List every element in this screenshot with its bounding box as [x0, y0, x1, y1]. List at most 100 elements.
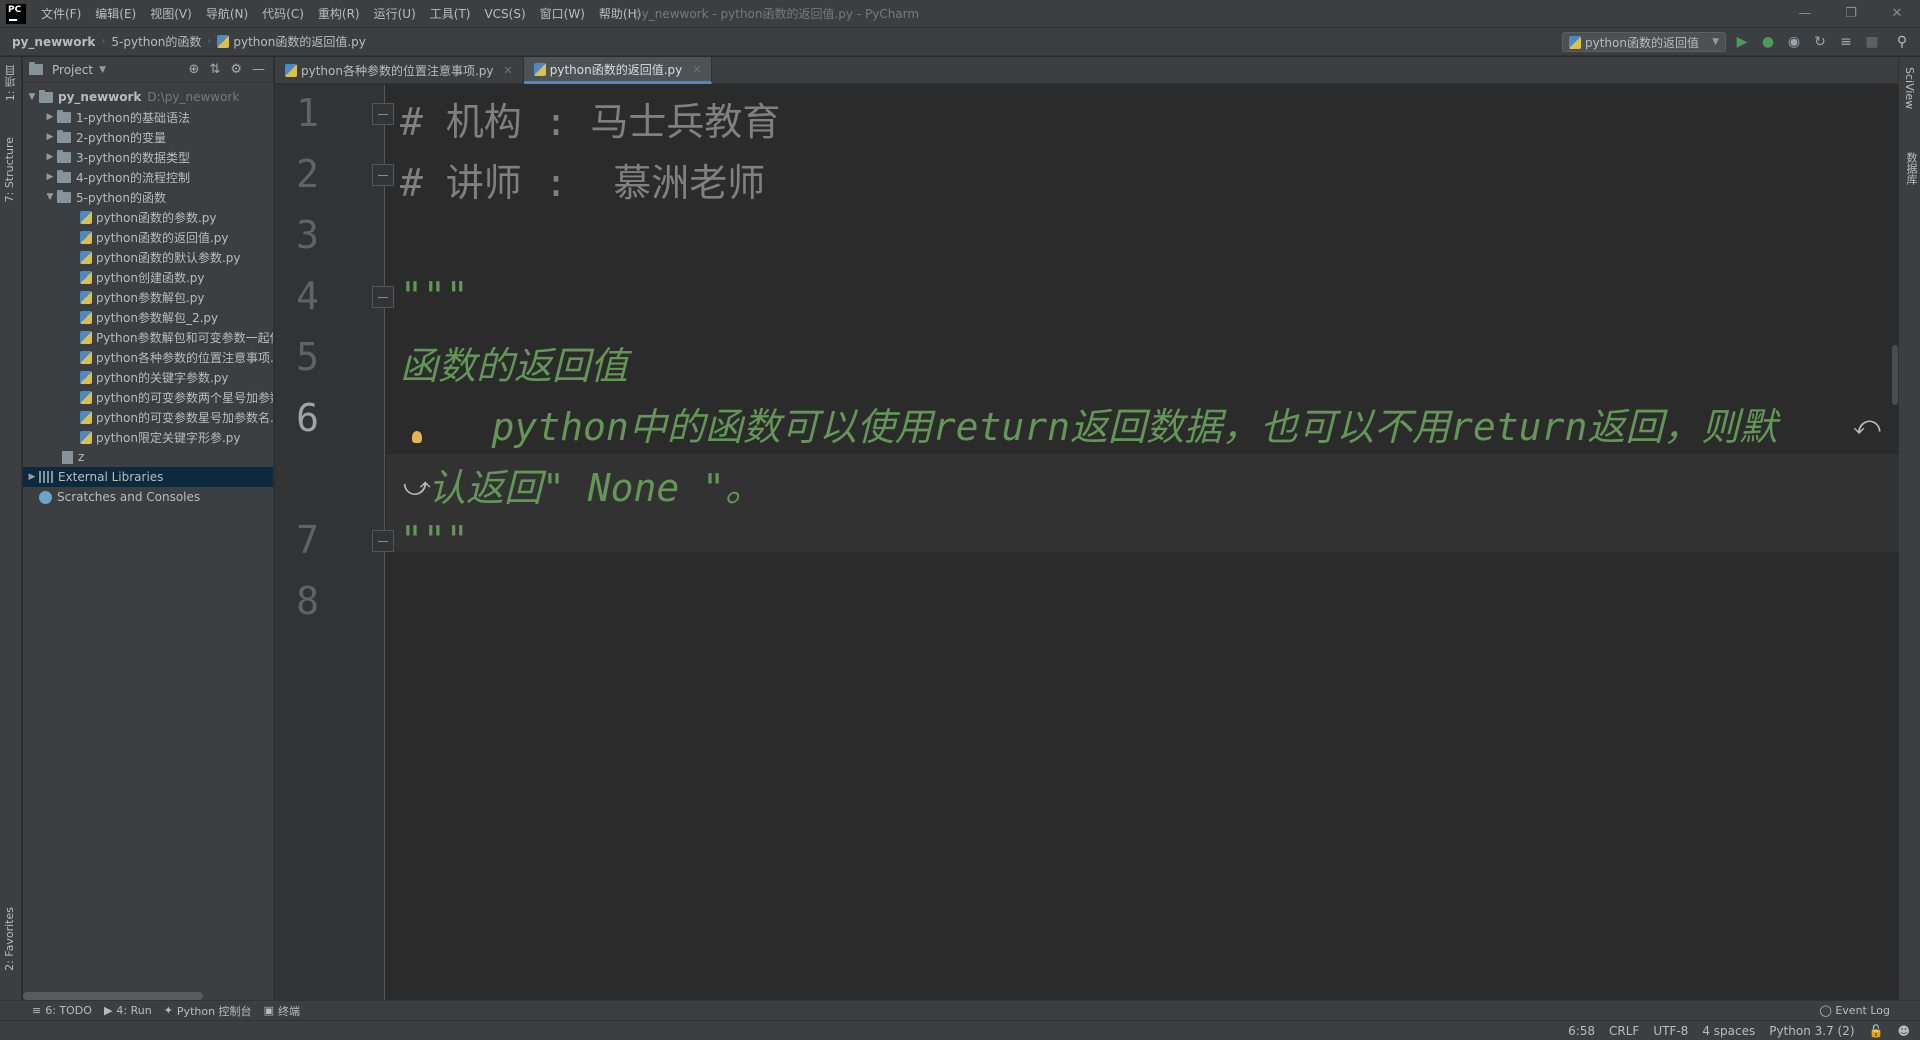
tab-position-notes[interactable]: python各种参数的位置注意事项.py ✕ [275, 57, 524, 84]
tree-file[interactable]: python参数解包_2.py [23, 307, 273, 327]
tree-file[interactable]: python限定关键字形参.py [23, 427, 273, 447]
code-editor[interactable]: 1 2 3 4 5 6 7 8 # 机构 : 马士兵教育 # 讲师 : 慕洲老师… [275, 85, 1898, 1000]
tree-external-libraries[interactable]: ▶ External Libraries [23, 467, 273, 487]
close-window-icon[interactable]: ✕ [1874, 0, 1920, 28]
project-tool-tab[interactable]: 1: 项目 [3, 65, 19, 101]
editor-vertical-scrollbar[interactable] [1892, 345, 1898, 405]
file-encoding[interactable]: UTF-8 [1653, 1024, 1688, 1038]
collapse-all-icon[interactable]: ⇅ [209, 62, 220, 77]
event-log-tool-tab[interactable]: ◯ Event Log [1820, 1004, 1890, 1017]
structure-tool-tab[interactable]: 7: Structure [3, 137, 16, 202]
favorites-tool-tab[interactable]: 2: Favorites [3, 907, 16, 971]
indent-setting[interactable]: 4 spaces [1702, 1024, 1755, 1038]
database-tool-tab[interactable]: 数据库 [1903, 152, 1919, 185]
code-line-2: # 讲师 : 慕洲老师 [400, 161, 766, 205]
menu-code[interactable]: 代码(C) [255, 0, 311, 28]
fold-marker-icon[interactable] [372, 286, 394, 308]
tab-return-value[interactable]: python函数的返回值.py ✕ [523, 57, 713, 84]
menu-window[interactable]: 窗口(W) [533, 0, 592, 28]
locate-icon[interactable]: ⊕ [189, 62, 200, 77]
inspector-icon[interactable]: ☻ [1897, 1024, 1910, 1038]
python-console-tool-tab[interactable]: ✦ Python 控制台 [164, 1003, 252, 1019]
run-tool-tab[interactable]: ▶ 4: Run [104, 1004, 152, 1017]
tab-label: python各种参数的位置注意事项.py [301, 64, 494, 78]
tree-file[interactable]: python的关键字参数.py [23, 367, 273, 387]
collapsed-arrow-icon[interactable]: ▶ [43, 152, 57, 162]
close-tab-icon[interactable]: ✕ [692, 63, 701, 76]
python-interpreter[interactable]: Python 3.7 (2) [1769, 1024, 1854, 1038]
restore-icon[interactable]: ❐ [1828, 0, 1874, 28]
line-number: 1 [296, 91, 319, 135]
fold-marker-icon[interactable] [372, 530, 394, 552]
expand-arrow-icon[interactable]: ▼ [25, 92, 39, 102]
project-horizontal-scrollbar[interactable] [23, 992, 203, 1000]
hide-icon[interactable]: — [252, 62, 265, 77]
menu-view[interactable]: 视图(V) [143, 0, 199, 28]
tree-folder[interactable]: ▶ 2-python的变量 [23, 127, 273, 147]
tree-file[interactable]: Python参数解包和可变参数一起使用 [23, 327, 273, 347]
tree-file[interactable]: python创建函数.py [23, 267, 273, 287]
tree-file[interactable]: python参数解包.py [23, 287, 273, 307]
profile-icon[interactable]: ↻ [1811, 33, 1829, 51]
tree-file[interactable]: python各种参数的位置注意事项.py [23, 347, 273, 367]
collapsed-arrow-icon[interactable]: ▶ [43, 172, 57, 182]
menu-edit[interactable]: 编辑(E) [88, 0, 143, 28]
collapsed-arrow-icon[interactable]: ▶ [25, 472, 39, 482]
search-icon[interactable]: ⚲ [1893, 33, 1911, 51]
tree-file[interactable]: python函数的默认参数.py [23, 247, 273, 267]
menu-navigate[interactable]: 导航(N) [199, 0, 255, 28]
tree-folder-expanded[interactable]: ▼ 5-python的函数 [23, 187, 273, 207]
sciview-tool-tab[interactable]: SciView [1903, 67, 1916, 109]
coverage-icon[interactable]: ◉ [1785, 33, 1803, 51]
line-separator[interactable]: CRLF [1609, 1024, 1639, 1038]
tree-file[interactable]: z [23, 447, 273, 467]
project-panel-title[interactable]: Project [52, 63, 93, 77]
python-file-icon [80, 390, 92, 404]
caret-position[interactable]: 6:58 [1568, 1024, 1595, 1038]
tree-file[interactable]: python函数的参数.py [23, 207, 273, 227]
todo-tool-tab[interactable]: ≡ 6: TODO [32, 1004, 92, 1017]
file-label: python的关键字参数.py [96, 370, 229, 385]
file-label: python创建函数.py [96, 270, 205, 285]
collapsed-arrow-icon[interactable]: ▶ [43, 132, 57, 142]
stop-icon[interactable]: ■ [1863, 33, 1881, 51]
close-tab-icon[interactable]: ✕ [504, 64, 513, 77]
run-configuration-select[interactable]: python函数的返回值 ▼ [1562, 32, 1726, 52]
menu-vcs[interactable]: VCS(S) [477, 0, 532, 28]
menu-file[interactable]: 文件(F) [34, 0, 88, 28]
tree-file[interactable]: python的可变参数两个星号加参数名 [23, 387, 273, 407]
debug-icon[interactable]: ● [1759, 33, 1777, 51]
tree-root[interactable]: ▼ py_newwork D:\py_newwork [23, 87, 273, 107]
tree-scratches[interactable]: Scratches and Consoles [23, 487, 273, 507]
chevron-down-icon[interactable]: ▼ [99, 65, 106, 75]
menu-tools[interactable]: 工具(T) [423, 0, 478, 28]
tree-file[interactable]: python的可变参数星号加参数名.py [23, 407, 273, 427]
editor-horizontal-scrollbar[interactable] [386, 988, 1898, 1000]
pycharm-logo-icon: PC [6, 3, 26, 24]
build-list-icon[interactable]: ≡ [1837, 33, 1855, 51]
title-bar: PC 文件(F) 编辑(E) 视图(V) 导航(N) 代码(C) 重构(R) 运… [0, 0, 1920, 28]
run-icon[interactable]: ▶ [1733, 33, 1751, 51]
gear-icon[interactable]: ⚙ [230, 62, 242, 77]
tree-file[interactable]: python函数的返回值.py [23, 227, 273, 247]
python-file-icon [80, 290, 92, 304]
tree-folder[interactable]: ▶ 3-python的数据类型 [23, 147, 273, 167]
code-line-6-wrapped: 认返回" None "。 [428, 466, 764, 510]
menu-run[interactable]: 运行(U) [367, 0, 423, 28]
breadcrumb-project[interactable]: py_newwork [0, 35, 101, 49]
fold-marker-icon[interactable] [372, 103, 394, 125]
lock-icon[interactable]: 🔓 [1869, 1024, 1884, 1038]
editor-gutter: 1 2 3 4 5 6 7 8 [275, 85, 385, 1000]
breadcrumb-file[interactable]: python函数的返回值.py [211, 33, 372, 50]
menu-refactor[interactable]: 重构(R) [311, 0, 367, 28]
terminal-tool-tab[interactable]: ▣ 终端 [264, 1003, 300, 1019]
minimize-icon[interactable]: — [1782, 0, 1828, 28]
expand-arrow-icon[interactable]: ▼ [43, 192, 57, 202]
fold-marker-icon[interactable] [372, 164, 394, 186]
python-file-icon [80, 250, 92, 264]
terminal-label: 终端 [277, 1004, 300, 1018]
tree-folder[interactable]: ▶ 4-python的流程控制 [23, 167, 273, 187]
collapsed-arrow-icon[interactable]: ▶ [43, 112, 57, 122]
breadcrumb-folder[interactable]: 5-python的函数 [105, 33, 207, 50]
tree-folder[interactable]: ▶ 1-python的基础语法 [23, 107, 273, 127]
